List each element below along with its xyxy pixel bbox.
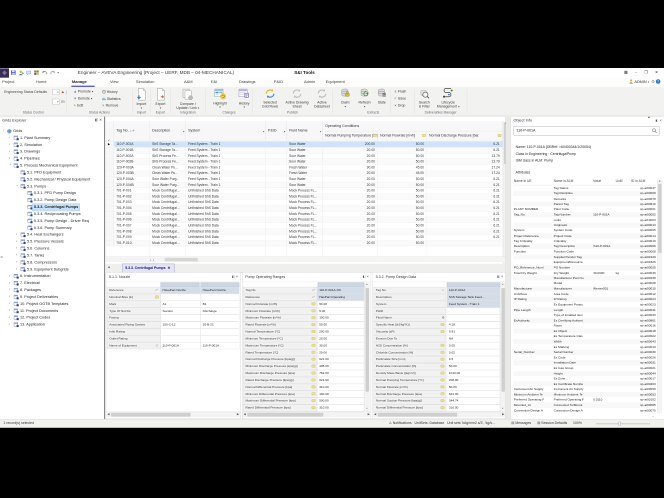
svg-text:?: ? — [657, 80, 659, 84]
